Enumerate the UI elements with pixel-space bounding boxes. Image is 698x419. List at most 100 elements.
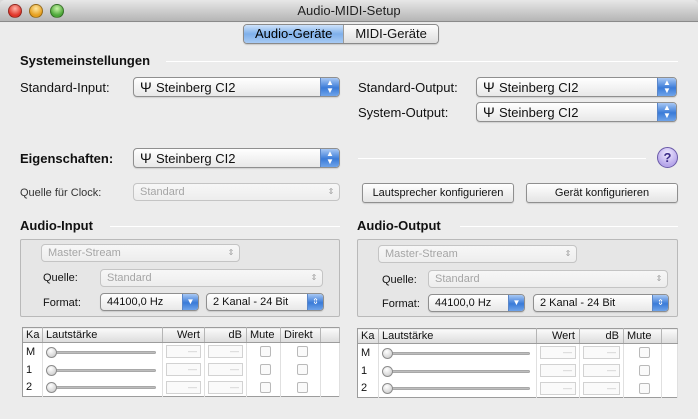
window-content: Audio-Geräte MIDI-Geräte Systemeinstellu… [0,23,698,419]
properties-divider [358,158,646,159]
col-db[interactable]: dB [579,328,624,344]
input-rate-popup[interactable]: 44100,0 Hz ▼ [100,293,199,311]
volume-slider[interactable] [382,365,536,377]
audio-output-channel-table: Ka Lautstärke Wert dB Mute M — — 1 — — 2… [357,328,678,398]
mute-checkbox[interactable] [638,347,650,359]
input-stream-value: Master-Stream [48,247,121,259]
mute-checkbox[interactable] [259,364,271,375]
standard-input-popup[interactable]: Ψ Steinberg CI2 ▲ ▼ [133,77,340,97]
col-mute[interactable]: Mute [623,328,662,344]
audio-midi-setup-window: Audio-MIDI-Setup Audio-Geräte MIDI-Gerät… [0,0,698,419]
col-value[interactable]: Wert [162,327,205,343]
col-channel[interactable]: Ka [22,327,43,343]
table-row: M — — [22,342,340,361]
close-window-button[interactable] [8,4,22,18]
input-rate-value: 44100,0 Hz [107,296,164,308]
dropdown-arrow-icon: ▼ [508,295,524,311]
volume-slider[interactable] [382,383,536,395]
input-channels-popup[interactable]: 2 Kanal - 24 Bit ⇕ [206,293,324,311]
direct-checkbox[interactable] [296,364,308,375]
system-output-popup[interactable]: Ψ Steinberg CI2 ▲ ▼ [476,102,677,122]
col-db[interactable]: dB [204,327,247,343]
db-field[interactable]: — [583,381,620,395]
clock-source-popup[interactable]: Standard ⇕ [133,183,340,201]
dropdown-arrow-icon: ▼ [182,294,198,310]
output-source-popup[interactable]: Standard ⇕ [428,270,668,288]
popup-arrows-icon: ⇕ [307,294,323,310]
value-field[interactable]: — [540,364,576,377]
col-mute[interactable]: Mute [246,327,281,343]
popup-arrows-icon: ⇕ [564,249,572,258]
properties-device-popup[interactable]: Ψ Steinberg CI2 ▲ ▼ [133,148,340,168]
help-button[interactable]: ? [657,147,678,168]
properties-label: Eigenschaften: [20,151,114,166]
slider-knob-icon[interactable] [46,346,57,358]
mute-checkbox[interactable] [259,381,271,393]
direct-checkbox[interactable] [296,346,308,358]
output-channels-value: 2 Kanal - 24 Bit [540,297,616,309]
system-output-value: Steinberg CI2 [499,105,579,120]
table-row: M — — [357,343,678,362]
system-settings-divider [166,61,678,62]
output-rate-popup[interactable]: 44100,0 Hz ▼ [428,294,525,312]
slider-knob-icon[interactable] [382,347,393,359]
standard-output-label: Standard-Output: [358,80,458,95]
slider-knob-icon[interactable] [382,365,393,377]
value-field[interactable]: — [540,381,576,395]
usb-icon: Ψ [140,79,152,95]
configure-speakers-button[interactable]: Lautsprecher konfigurieren [362,183,514,203]
input-format-label: Format: [43,297,81,309]
tab-midi-devices[interactable]: MIDI-Geräte [343,25,438,43]
audio-output-group: Master-Stream ⇕ Quelle: Standard ⇕ Forma… [357,239,678,317]
slider-knob-icon[interactable] [382,383,393,395]
mute-checkbox[interactable] [259,346,271,358]
standard-output-popup[interactable]: Ψ Steinberg CI2 ▲ ▼ [476,77,677,97]
col-direct[interactable]: Direkt [280,327,321,343]
value-field[interactable]: — [166,345,201,359]
mute-checkbox[interactable] [638,382,650,394]
system-output-label: System-Output: [358,105,449,120]
volume-slider[interactable] [46,346,162,358]
slider-knob-icon[interactable] [46,382,57,394]
col-volume[interactable]: Lautstärke [378,328,537,344]
col-channel[interactable]: Ka [357,328,379,344]
audio-input-heading: Audio-Input [20,218,93,233]
popup-arrows-icon: ⇕ [652,295,668,311]
db-field[interactable]: — [208,380,243,394]
db-field[interactable]: — [583,364,620,377]
volume-slider[interactable] [382,347,536,359]
standard-input-value: Steinberg CI2 [156,80,236,95]
configure-device-button[interactable]: Gerät konfigurieren [526,183,678,203]
db-field[interactable]: — [208,363,243,376]
output-channels-popup[interactable]: 2 Kanal - 24 Bit ⇕ [533,294,669,312]
standard-output-value: Steinberg CI2 [499,80,579,95]
zoom-window-button[interactable] [50,4,64,18]
title-bar[interactable]: Audio-MIDI-Setup [0,0,698,22]
mute-checkbox[interactable] [638,365,650,376]
db-field[interactable]: — [208,345,243,359]
col-value[interactable]: Wert [536,328,580,344]
minimize-window-button[interactable] [29,4,43,18]
channel-label: 1 [22,360,43,379]
audio-input-divider [110,226,340,227]
clock-source-label: Quelle für Clock: [20,187,102,199]
direct-checkbox[interactable] [296,381,308,393]
value-field[interactable]: — [166,363,201,376]
output-source-label: Quelle: [382,274,417,286]
input-source-popup[interactable]: Standard ⇕ [100,269,323,287]
col-volume[interactable]: Lautstärke [42,327,163,343]
volume-slider[interactable] [46,382,162,394]
slider-knob-icon[interactable] [46,364,57,376]
channel-label: M [22,342,43,361]
value-field[interactable]: — [166,380,201,394]
db-field[interactable]: — [583,346,620,360]
table-row: 2 — — [22,378,340,397]
popup-arrows-icon: ⇕ [655,274,663,283]
usb-icon: Ψ [483,79,495,95]
tab-audio-devices[interactable]: Audio-Geräte [244,25,344,43]
input-stream-popup[interactable]: Master-Stream ⇕ [41,244,240,262]
volume-slider[interactable] [46,364,162,376]
output-stream-popup[interactable]: Master-Stream ⇕ [378,245,577,263]
value-field[interactable]: — [540,346,576,360]
table-row: 1 — — [22,360,340,379]
